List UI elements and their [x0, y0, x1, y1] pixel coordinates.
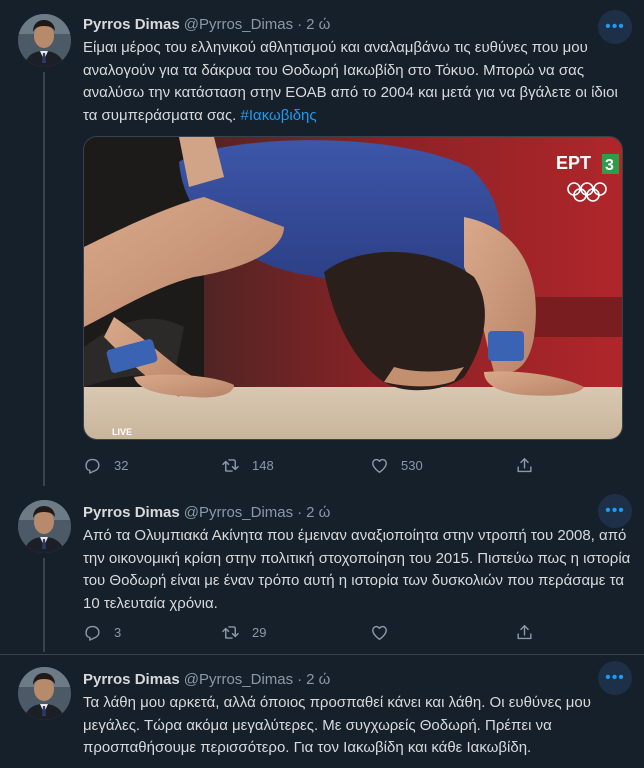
- reply-icon: [83, 456, 102, 475]
- retweet-count: 29: [252, 625, 267, 640]
- retweet-icon: [221, 623, 240, 642]
- tweet-actions: 3 29: [83, 623, 623, 643]
- retweet-button[interactable]: 29: [221, 623, 266, 642]
- tweet-3[interactable]: Pyrros Dimas @Pyrros_Dimas · 2 ώ ••• Τα …: [0, 655, 644, 768]
- author-handle[interactable]: @Pyrros_Dimas: [184, 671, 293, 688]
- tweet-text: Από τα Ολυμπιακά Ακίνητα που έμειναν ανα…: [83, 525, 631, 615]
- tweet-2[interactable]: Pyrros Dimas @Pyrros_Dimas · 2 ώ ••• Από…: [0, 486, 644, 652]
- tweet-time[interactable]: 2 ώ: [306, 16, 330, 33]
- live-label: LIVE: [112, 427, 132, 437]
- separator-dot: ·: [297, 503, 303, 521]
- author-handle[interactable]: @Pyrros_Dimas: [184, 16, 293, 33]
- tweet-body: Είμαι μέρος του ελληνικού αθλητισμού και…: [83, 39, 618, 124]
- like-button[interactable]: 530: [370, 456, 423, 475]
- reply-count: 3: [114, 625, 122, 640]
- tweet-text: Τα λάθη μου αρκετά, αλλά όποιος προσπαθε…: [83, 692, 631, 760]
- like-button[interactable]: [370, 623, 401, 642]
- avatar[interactable]: [18, 667, 71, 720]
- tweet-header: Pyrros Dimas @Pyrros_Dimas · 2 ώ: [83, 14, 330, 34]
- author-name[interactable]: Pyrros Dimas: [83, 671, 180, 688]
- author-handle[interactable]: @Pyrros_Dimas: [184, 504, 293, 521]
- thread-line: [43, 558, 45, 652]
- share-button[interactable]: [515, 623, 546, 642]
- more-icon[interactable]: •••: [598, 494, 632, 528]
- like-icon: [370, 623, 389, 642]
- avatar[interactable]: [18, 14, 71, 67]
- reply-icon: [83, 623, 102, 642]
- more-icon[interactable]: •••: [598, 661, 632, 695]
- retweet-count: 148: [252, 458, 274, 473]
- reply-button[interactable]: 32: [83, 456, 128, 475]
- tweet-text: Είμαι μέρος του ελληνικού αθλητισμού και…: [83, 37, 631, 127]
- tweet-header: Pyrros Dimas @Pyrros_Dimas · 2 ώ: [83, 502, 330, 522]
- thread-line: [43, 72, 45, 486]
- tweet-actions: 32 148 530: [83, 456, 623, 476]
- tweet-body: Από τα Ολυμπιακά Ακίνητα που έμειναν ανα…: [83, 527, 631, 612]
- share-icon: [515, 623, 534, 642]
- share-button[interactable]: [515, 456, 546, 475]
- reply-button[interactable]: 3: [83, 623, 121, 642]
- tweet-image[interactable]: ΕΡΤ 3 LIVE: [83, 136, 623, 440]
- author-name[interactable]: Pyrros Dimas: [83, 504, 180, 521]
- channel-number: 3: [605, 157, 614, 174]
- reply-count: 32: [114, 458, 129, 473]
- author-name[interactable]: Pyrros Dimas: [83, 16, 180, 33]
- tweet-time[interactable]: 2 ώ: [306, 504, 330, 521]
- tweet-body: Τα λάθη μου αρκετά, αλλά όποιος προσπαθε…: [83, 694, 591, 756]
- retweet-button[interactable]: 148: [221, 456, 274, 475]
- retweet-icon: [221, 456, 240, 475]
- separator-dot: ·: [297, 15, 303, 33]
- hashtag-link[interactable]: #Ιακωβιδης: [241, 107, 317, 124]
- separator-dot: ·: [297, 670, 303, 688]
- weightlifter-photo: ΕΡΤ 3 LIVE: [84, 137, 622, 439]
- tweet-header: Pyrros Dimas @Pyrros_Dimas · 2 ώ: [83, 669, 330, 689]
- avatar[interactable]: [18, 500, 71, 553]
- like-icon: [370, 456, 389, 475]
- tweet-1[interactable]: Pyrros Dimas @Pyrros_Dimas · 2 ώ ••• Είμ…: [0, 0, 644, 486]
- like-count: 530: [401, 458, 423, 473]
- share-icon: [515, 456, 534, 475]
- channel-logo: ΕΡΤ: [556, 153, 591, 173]
- tweet-time[interactable]: 2 ώ: [306, 671, 330, 688]
